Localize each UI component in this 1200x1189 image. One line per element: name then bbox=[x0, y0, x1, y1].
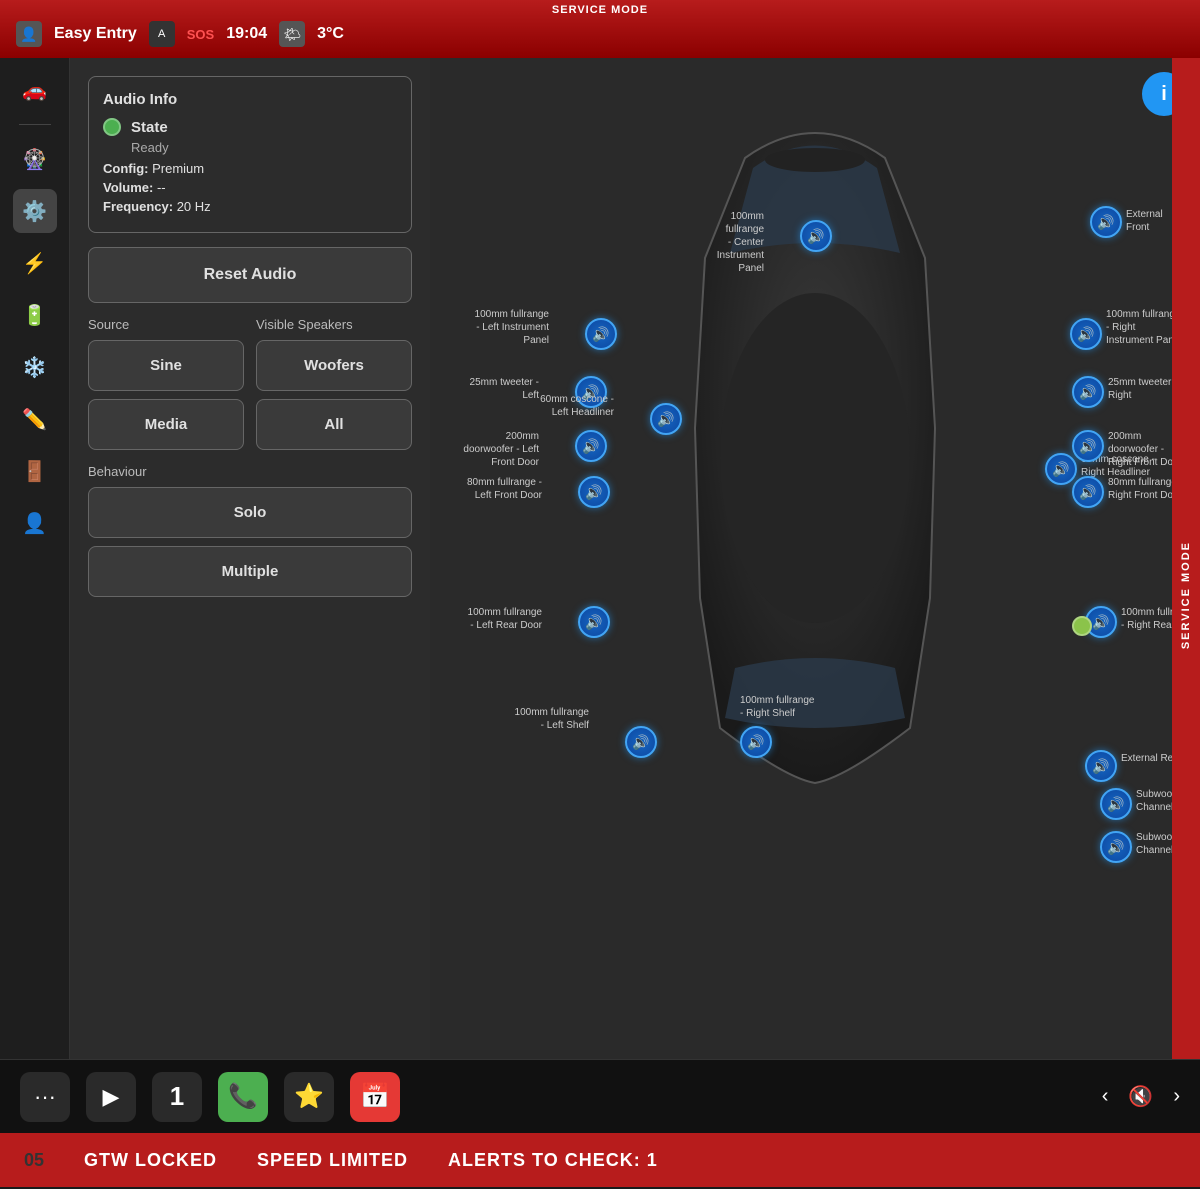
sidebar: 🚗 🎡 ⚙️ ⚡ 🔋 ❄️ ✏️ 🚪 👤 ↩ bbox=[0, 58, 70, 1133]
taskbar-play[interactable]: ▶ bbox=[86, 1072, 136, 1122]
taskbar-right: ‹ 🔇 › bbox=[1102, 1084, 1180, 1109]
visible-speakers-label: Visible Speakers bbox=[256, 317, 412, 332]
sidebar-icon-lightning[interactable]: ⚡ bbox=[13, 241, 57, 285]
source-btn-group: Sine Media bbox=[88, 340, 244, 450]
taskbar-calendar[interactable]: 📅 bbox=[350, 1072, 400, 1122]
taskbar-left: ··· ▶ 1 📞 ⭐ 📅 bbox=[20, 1072, 400, 1122]
visible-speakers-btn-group: Woofers All bbox=[256, 340, 412, 450]
source-sine-button[interactable]: Sine bbox=[88, 340, 244, 391]
weather-icon: 🌤 bbox=[279, 21, 305, 47]
volume-value: -- bbox=[157, 180, 166, 195]
profile-icon: 👤 bbox=[16, 21, 42, 47]
volume-label: Volume: bbox=[103, 180, 157, 195]
alert-id: 05 bbox=[24, 1150, 44, 1171]
frequency-label: Frequency: bbox=[103, 199, 177, 214]
main-area: 🚗 🎡 ⚙️ ⚡ 🔋 ❄️ ✏️ 🚪 👤 ↩ Audio Info State … bbox=[0, 58, 1200, 1133]
behaviour-btn-group: Solo Multiple bbox=[88, 487, 412, 597]
service-mode-top: SERVICE MODE bbox=[552, 4, 648, 16]
sidebar-divider-1 bbox=[19, 124, 51, 125]
speakers-woofers-button[interactable]: Woofers bbox=[256, 340, 412, 391]
audio-info-box: Audio Info State Ready Config: Premium V… bbox=[88, 76, 412, 233]
sidebar-icon-climate[interactable]: ❄️ bbox=[13, 345, 57, 389]
alert-speed: SPEED LIMITED bbox=[257, 1150, 408, 1171]
reset-audio-button[interactable]: Reset Audio bbox=[88, 247, 412, 303]
alerts-icon: A bbox=[149, 21, 175, 47]
config-label: Config: bbox=[103, 161, 152, 176]
taskbar-dots[interactable]: ··· bbox=[20, 1072, 70, 1122]
control-panel: Audio Info State Ready Config: Premium V… bbox=[70, 58, 430, 1133]
alert-gtw: GTW LOCKED bbox=[84, 1150, 217, 1171]
speaker-left-coscone-label: 60mm coscone - Left Headliner bbox=[494, 393, 614, 419]
taskbar-star[interactable]: ⭐ bbox=[284, 1072, 334, 1122]
speaker-left-door-woofer-label: 200mm doorwoofer - Left Front Door bbox=[430, 430, 539, 469]
sidebar-icon-battery[interactable]: 🔋 bbox=[13, 293, 57, 337]
config-row: Config: Premium bbox=[103, 161, 397, 176]
taskbar-one[interactable]: 1 bbox=[152, 1072, 202, 1122]
speaker-left-rear-door-label: 100mm fullrange - Left Rear Door bbox=[430, 606, 542, 632]
right-rear-door-indicator bbox=[1072, 616, 1092, 636]
speakers-all-button[interactable]: All bbox=[256, 399, 412, 450]
sidebar-icon-pen[interactable]: ✏️ bbox=[13, 397, 57, 441]
speaker-left-shelf-label: 100mm fullrange - Left Shelf bbox=[469, 706, 589, 732]
sidebar-icon-door[interactable]: 🚪 bbox=[13, 449, 57, 493]
alert-check: ALERTS TO CHECK: 1 bbox=[448, 1150, 658, 1171]
frequency-row: Frequency: 20 Hz bbox=[103, 199, 397, 214]
speaker-ext-front-label: External Front bbox=[1126, 208, 1163, 234]
sidebar-icon-person[interactable]: 👤 bbox=[13, 501, 57, 545]
source-label: Source bbox=[88, 317, 244, 332]
behaviour-section: Behaviour Solo Multiple bbox=[88, 464, 412, 597]
behaviour-solo-button[interactable]: Solo bbox=[88, 487, 412, 538]
behaviour-multiple-button[interactable]: Multiple bbox=[88, 546, 412, 597]
car-area: i SERVICE MODE bbox=[430, 58, 1200, 1133]
state-dot bbox=[103, 118, 121, 136]
taskbar: ··· ▶ 1 📞 ⭐ 📅 ‹ 🔇 › bbox=[0, 1059, 1200, 1133]
sidebar-icon-steering[interactable]: 🎡 bbox=[13, 137, 57, 181]
speaker-left-front-full-label: 80mm fullrange - Left Front Door bbox=[430, 476, 542, 502]
time-label: 19:04 bbox=[226, 25, 267, 43]
speaker-center-inst-label: 100mm fullrange - Center Instrument Pane… bbox=[717, 210, 764, 275]
service-mode-right-label: SERVICE MODE bbox=[1180, 541, 1192, 649]
state-value: Ready bbox=[131, 140, 397, 155]
alert-bar: 05 GTW LOCKED SPEED LIMITED ALERTS TO CH… bbox=[0, 1133, 1200, 1187]
state-label: State bbox=[131, 119, 168, 136]
taskbar-back[interactable]: ‹ bbox=[1102, 1085, 1109, 1108]
sidebar-icon-settings[interactable]: ⚙️ bbox=[13, 189, 57, 233]
easy-entry-label[interactable]: Easy Entry bbox=[54, 25, 137, 43]
sidebar-icon-car[interactable]: 🚗 bbox=[13, 68, 57, 112]
status-bar: SERVICE MODE 👤 Easy Entry A SOS 19:04 🌤 … bbox=[0, 0, 1200, 58]
audio-info-title: Audio Info bbox=[103, 91, 397, 108]
temp-label: 3°C bbox=[317, 25, 344, 43]
speaker-left-inst-label: 100mm fullrange - Left Instrument Panel bbox=[430, 308, 549, 347]
taskbar-forward[interactable]: › bbox=[1173, 1085, 1180, 1108]
source-media-button[interactable]: Media bbox=[88, 399, 244, 450]
volume-row: Volume: -- bbox=[103, 180, 397, 195]
source-speakers-section: Source Sine Media Visible Speakers Woofe… bbox=[88, 317, 412, 450]
frequency-value: 20 Hz bbox=[177, 199, 211, 214]
sos-label: SOS bbox=[187, 27, 214, 42]
service-mode-right-bar: SERVICE MODE bbox=[1172, 58, 1200, 1133]
config-value: Premium bbox=[152, 161, 204, 176]
car-diagram bbox=[645, 78, 985, 798]
taskbar-phone[interactable]: 📞 bbox=[218, 1072, 268, 1122]
speaker-right-shelf-label: 100mm fullrange - Right Shelf bbox=[740, 694, 850, 720]
taskbar-mute[interactable]: 🔇 bbox=[1128, 1084, 1153, 1109]
behaviour-label: Behaviour bbox=[88, 464, 412, 479]
